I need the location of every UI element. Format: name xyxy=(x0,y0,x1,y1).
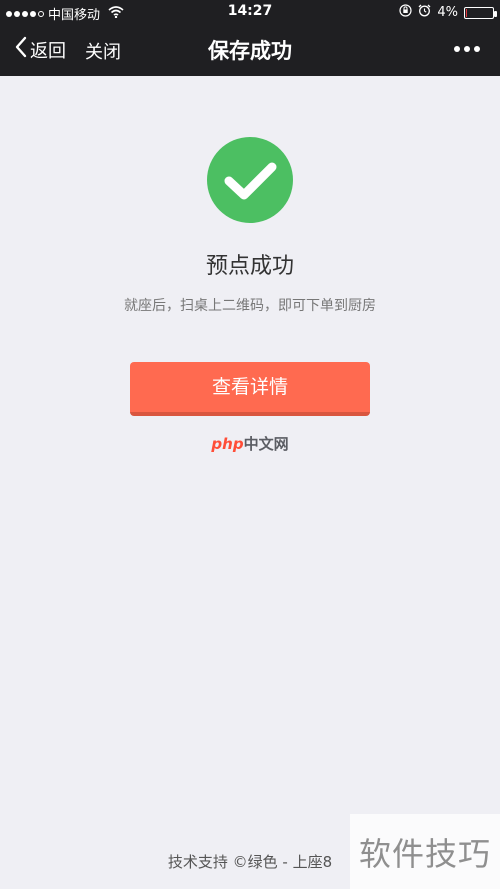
check-circle-icon xyxy=(207,137,293,223)
navigation-bar: 返回 关闭 保存成功 xyxy=(0,24,500,76)
battery-level-fill xyxy=(466,8,467,17)
watermark: 软件技巧 xyxy=(350,814,500,889)
battery-percent: 4% xyxy=(437,5,458,20)
alarm-icon xyxy=(418,4,431,21)
status-right: 4% xyxy=(399,4,497,21)
php-logo: php中文网 xyxy=(0,433,500,454)
php-logo-text: php xyxy=(211,435,244,453)
success-message: 就座后，扫桌上二维码，即可下单到厨房 xyxy=(124,298,376,314)
rotation-lock-icon xyxy=(399,4,412,21)
php-logo-cn-text: 中文网 xyxy=(243,435,289,453)
more-dots-icon[interactable] xyxy=(454,46,480,52)
battery-icon xyxy=(464,6,497,19)
app-screen: 中国移动 14:27 4% 返回 关闭 保存成功 预点成功 就座后，扫桌上二维码… xyxy=(0,0,500,889)
success-heading: 预点成功 xyxy=(205,254,294,279)
page-title: 保存成功 xyxy=(208,39,292,63)
view-details-button[interactable]: 查看详情 xyxy=(130,362,370,416)
top-bar: 中国移动 14:27 4% 返回 关闭 保存成功 xyxy=(0,0,500,76)
status-bar: 中国移动 14:27 4% xyxy=(0,0,500,24)
